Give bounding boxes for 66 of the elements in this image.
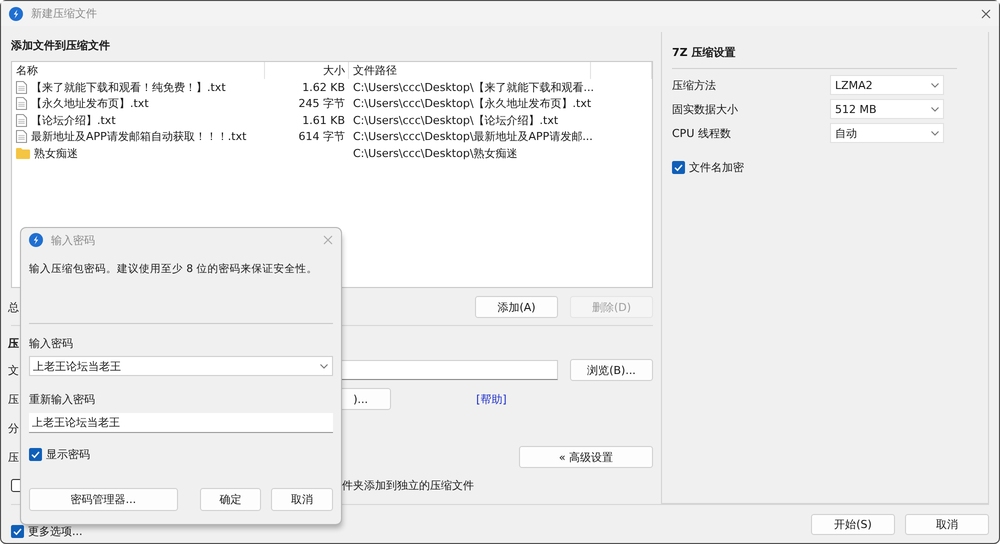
confirm-password-field[interactable]: 上老王论坛当老王: [29, 413, 333, 433]
field-label: 分: [8, 420, 19, 436]
dropdown[interactable]: 自动: [830, 123, 944, 143]
file-size: 1.62 KB: [302, 80, 345, 94]
file-size: 245 字节: [298, 96, 345, 112]
app-logo-icon: [9, 6, 23, 20]
field-label: 压: [8, 392, 19, 406]
checkbox[interactable]: [672, 161, 685, 174]
text-file-icon: [16, 130, 27, 144]
password-manager-button[interactable]: 密码管理器...: [29, 488, 178, 511]
file-name[interactable]: 最新地址及APP请发邮箱自动获取！！！.txt: [31, 129, 246, 144]
file-path: C:\Users\ccc\Desktop\最新地址及APP请发邮...: [353, 129, 593, 144]
settings-heading: 7Z 压缩设置: [672, 44, 736, 60]
checkbox-label: 显示密码: [46, 447, 90, 462]
column-header[interactable]: 大小: [265, 62, 349, 79]
caret-icon: [931, 130, 939, 136]
file-path: C:\Users\ccc\Desktop\【永久地址发布页】.txt: [353, 96, 592, 112]
checkbox[interactable]: [11, 524, 24, 538]
field-label: 文: [8, 362, 19, 378]
text-file-icon: [16, 114, 27, 127]
browse-button[interactable]: 浏览(B)...: [570, 359, 653, 381]
file-size: 1.61 KB: [302, 114, 345, 127]
section-heading: 压: [8, 336, 19, 350]
setting-label: 固实数据大小: [672, 102, 739, 116]
password-field[interactable]: 上老王论坛当老王: [29, 356, 333, 376]
file-name[interactable]: 【论坛介绍】.txt: [31, 112, 116, 128]
window-title: 新建压缩文件: [31, 6, 97, 21]
checkbox[interactable]: [29, 448, 42, 461]
add-button[interactable]: 添加(A): [475, 296, 558, 318]
setting-label: 压缩方法: [672, 78, 717, 92]
caret-icon: [320, 364, 328, 369]
field-label: 输入密码: [29, 336, 73, 350]
cancel-button[interactable]: 取消: [271, 488, 333, 511]
column-header[interactable]: 文件路径: [349, 62, 591, 79]
cancel-button[interactable]: 取消: [905, 514, 989, 534]
close-icon[interactable]: [981, 8, 991, 18]
advanced-settings-button[interactable]: « 高级设置: [519, 446, 653, 468]
dialog-message: 输入压缩包密码。建议使用至少 8 位的密码来保证安全性。: [29, 262, 318, 276]
file-name[interactable]: 【来了就能下载和观看！纯免费！】.txt: [31, 80, 226, 95]
caret-icon: [931, 106, 939, 112]
text-file-icon: [16, 97, 27, 110]
dialog-title: 输入密码: [51, 232, 95, 248]
app-logo-icon: [29, 233, 43, 247]
file-path: C:\Users\ccc\Desktop\【来了就能下载和观看...: [353, 80, 594, 95]
checkbox-label: 更多选项...: [28, 524, 82, 538]
file-name[interactable]: 熟女痴迷: [34, 146, 78, 161]
field-label: 重新输入密码: [29, 392, 95, 406]
ok-button[interactable]: 确定: [200, 488, 262, 511]
column-header[interactable]: 名称: [12, 62, 265, 79]
field-label: 压: [8, 450, 19, 464]
file-path: C:\Users\ccc\Desktop\【论坛介绍】.txt: [353, 112, 558, 128]
dropdown[interactable]: LZMA2: [830, 75, 944, 95]
text-file-icon: [16, 80, 27, 94]
summary-label: 总: [8, 300, 19, 314]
section-heading: 添加文件到压缩文件: [11, 38, 110, 52]
dropdown[interactable]: 512 MB: [830, 99, 944, 119]
file-size: 614 字节: [298, 129, 345, 144]
folder-icon: [16, 148, 30, 159]
start-button[interactable]: 开始(S): [811, 514, 895, 534]
file-name[interactable]: 【永久地址发布页】.txt: [31, 96, 149, 112]
file-path: C:\Users\ccc\Desktop\熟女痴迷: [353, 146, 518, 161]
help-link[interactable]: [帮助]: [476, 392, 507, 406]
checkbox-label: 件夹添加到独立的压缩文件: [342, 478, 474, 492]
caret-icon: [931, 82, 939, 88]
checkbox-label: 文件名加密: [689, 160, 744, 175]
setting-label: CPU 线程数: [672, 126, 732, 140]
